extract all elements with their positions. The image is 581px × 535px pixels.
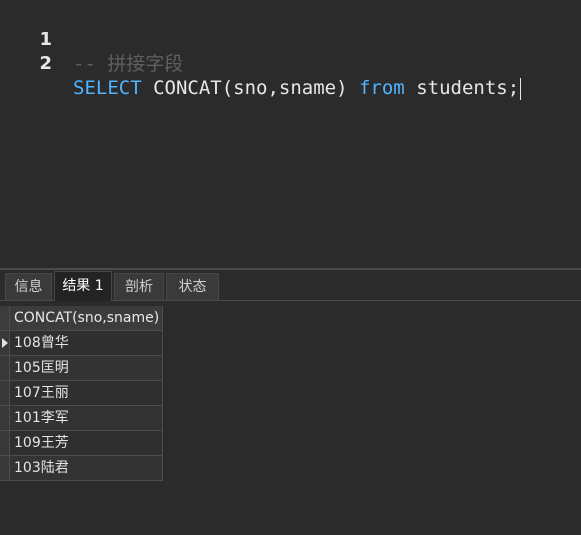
row-selector[interactable] <box>0 381 10 406</box>
row-selector[interactable] <box>0 431 10 456</box>
table-cell[interactable]: 109王芳 <box>10 431 163 456</box>
row-selector[interactable] <box>0 331 10 356</box>
result-panel: CONCAT(sno,sname) 108曾华 105匡明 107王丽 101李… <box>0 301 581 535</box>
table-cell[interactable]: 103陆君 <box>10 456 163 481</box>
grid-header-row: CONCAT(sno,sname) <box>0 306 163 331</box>
sql-keyword-select: SELECT <box>73 77 142 99</box>
sql-keyword-from: from <box>358 77 405 99</box>
column-header-concat[interactable]: CONCAT(sno,sname) <box>10 306 163 331</box>
editor-line-1[interactable]: 1 -- 拼接字段 <box>0 4 183 75</box>
table-row[interactable]: 103陆君 <box>0 456 163 481</box>
row-selector[interactable] <box>0 406 10 431</box>
table-row[interactable]: 108曾华 <box>0 331 163 356</box>
tab-status[interactable]: 状态 <box>166 273 219 300</box>
result-tab-bar: 信息 结果 1 剖析 状态 <box>0 270 581 301</box>
table-cell[interactable]: 108曾华 <box>10 331 163 356</box>
row-selector[interactable] <box>0 456 10 481</box>
result-grid: CONCAT(sno,sname) 108曾华 105匡明 107王丽 101李… <box>0 306 163 481</box>
tab-profile[interactable]: 剖析 <box>114 273 164 300</box>
table-cell[interactable]: 101李军 <box>10 406 163 431</box>
table-cell[interactable]: 107王丽 <box>10 381 163 406</box>
row-selector[interactable] <box>0 356 10 381</box>
row-pointer-icon <box>2 338 8 348</box>
table-cell[interactable]: 105匡明 <box>10 356 163 381</box>
text-caret <box>520 77 522 100</box>
tab-info[interactable]: 信息 <box>5 273 52 300</box>
sql-expression: CONCAT(sno,sname) <box>141 77 359 99</box>
table-row[interactable]: 105匡明 <box>0 356 163 381</box>
table-row[interactable]: 107王丽 <box>0 381 163 406</box>
grid-corner <box>0 306 10 331</box>
line-number: 2 <box>39 53 52 74</box>
sql-table-name: students; <box>404 77 520 99</box>
table-row[interactable]: 101李军 <box>0 406 163 431</box>
table-row[interactable]: 109王芳 <box>0 431 163 456</box>
editor-line-2[interactable]: 2 SELECT CONCAT(sno,sname) from students… <box>0 28 522 100</box>
tab-result-1[interactable]: 结果 1 <box>54 271 112 301</box>
sql-editor[interactable]: 1 -- 拼接字段 2 SELECT CONCAT(sno,sname) fro… <box>0 0 581 268</box>
sql-comment: -- 拼接字段 <box>73 53 184 75</box>
